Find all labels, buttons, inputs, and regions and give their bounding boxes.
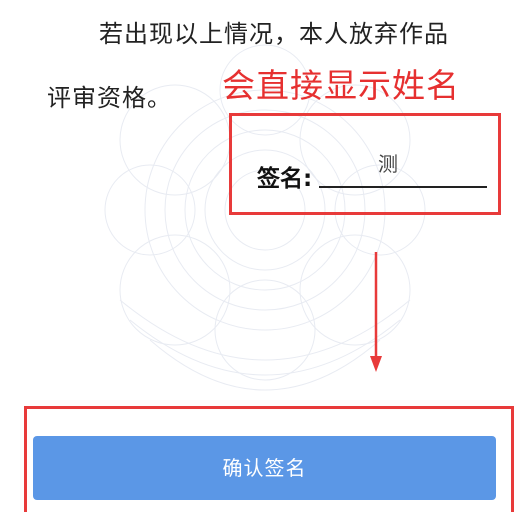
declaration-line-1: 若出现以上情况，本人放弃作品 — [99, 20, 449, 48]
signature-value[interactable]: 测 — [378, 148, 398, 177]
confirm-signature-button[interactable]: 确认签名 — [33, 436, 496, 500]
arrow-down-icon — [370, 252, 382, 372]
signature-line — [319, 186, 487, 188]
signature-label: 签名: — [257, 166, 313, 192]
annotation-note: 会直接显示姓名 — [222, 66, 460, 105]
declaration-line-2: 评审资格。 — [47, 84, 172, 112]
